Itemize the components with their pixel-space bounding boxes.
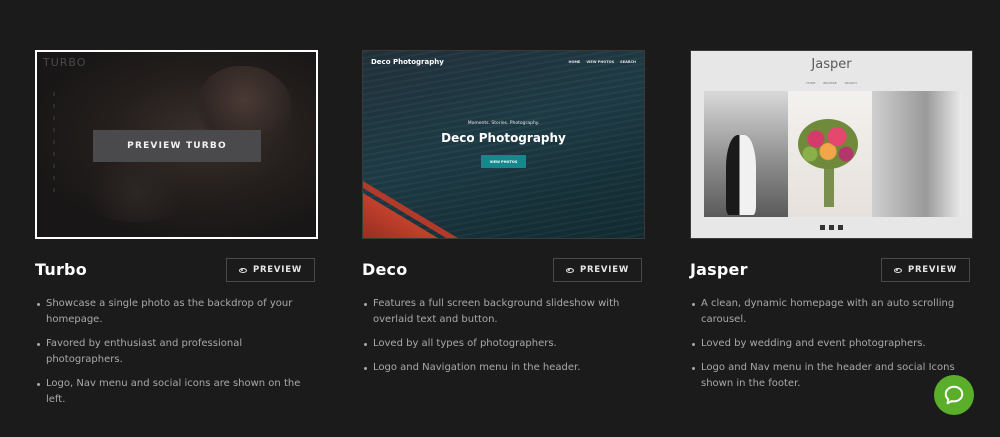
feature-item: Loved by wedding and event photographers… bbox=[690, 336, 973, 352]
deco-thumb-nav: HOME VIEW PHOTOS SEARCH bbox=[569, 60, 636, 64]
preview-button-turbo[interactable]: PREVIEW bbox=[226, 258, 315, 282]
carousel-dot bbox=[829, 225, 834, 230]
preview-label: PREVIEW bbox=[252, 265, 303, 275]
jasper-thumb-nav: HOME BROWSE SEARCH bbox=[691, 81, 972, 85]
preview-label: PREVIEW bbox=[579, 265, 630, 275]
feature-item: Logo and Nav menu in the header and soci… bbox=[690, 360, 973, 392]
eye-icon bbox=[238, 267, 247, 273]
theme-title: Jasper bbox=[690, 260, 748, 279]
theme-title: Turbo bbox=[35, 260, 87, 279]
card-header: Deco PREVIEW bbox=[362, 258, 645, 284]
carousel-photo-couple bbox=[704, 91, 788, 217]
feature-item: Logo, Nav menu and social icons are show… bbox=[35, 376, 318, 408]
preview-button-jasper[interactable]: PREVIEW bbox=[881, 258, 970, 282]
turbo-thumb-logo: TURBO bbox=[43, 56, 87, 69]
bouquet-stems bbox=[824, 167, 834, 207]
carousel-pagination bbox=[691, 225, 972, 230]
deco-thumb-brand: Deco Photography bbox=[371, 58, 444, 66]
carousel-photo-bouquet bbox=[788, 91, 872, 217]
deco-thumb-cta: VIEW PHOTOS bbox=[481, 155, 526, 168]
jasper-thumb-logo: Jasper bbox=[811, 57, 852, 72]
feature-list: Features a full screen background slides… bbox=[362, 296, 645, 376]
preview-button-deco[interactable]: PREVIEW bbox=[553, 258, 642, 282]
feature-item: Showcase a single photo as the backdrop … bbox=[35, 296, 318, 328]
deco-nav-item: SEARCH bbox=[620, 60, 636, 64]
theme-card-jasper: Jasper HOME BROWSE SEARCH Jasper PREVIEW… bbox=[690, 50, 973, 400]
chat-bubble-icon bbox=[944, 385, 964, 405]
feature-list: A clean, dynamic homepage with an auto s… bbox=[690, 296, 973, 392]
jasper-carousel bbox=[704, 91, 962, 217]
carousel-photo-bride bbox=[872, 91, 962, 217]
eye-icon bbox=[565, 267, 574, 273]
deco-thumb-tagline: Moments. Stories. Photography. bbox=[467, 121, 540, 126]
jasper-nav-item: BROWSE bbox=[823, 81, 837, 85]
card-header: Jasper PREVIEW bbox=[690, 258, 973, 284]
preview-turbo-overlay-button[interactable]: PREVIEW TURBO bbox=[93, 130, 261, 162]
theme-card-turbo: TURBO PREVIEW TURBO Turbo PREVIEW Showca… bbox=[35, 50, 318, 416]
jasper-thumbnail[interactable]: Jasper HOME BROWSE SEARCH bbox=[690, 50, 973, 239]
feature-item: Favored by enthusiast and professional p… bbox=[35, 336, 318, 368]
feature-item: Logo and Navigation menu in the header. bbox=[362, 360, 645, 376]
theme-title: Deco bbox=[362, 260, 408, 279]
deco-thumb-headline: Deco Photography bbox=[441, 131, 566, 145]
jasper-nav-item: SEARCH bbox=[844, 81, 857, 85]
bouquet-flowers bbox=[798, 119, 858, 169]
feature-item: Loved by all types of photographers. bbox=[362, 336, 645, 352]
turbo-thumbnail[interactable]: TURBO PREVIEW TURBO bbox=[35, 50, 318, 239]
feature-item: A clean, dynamic homepage with an auto s… bbox=[690, 296, 973, 328]
turbo-bike-silhouette bbox=[77, 162, 197, 222]
deco-thumbnail[interactable]: Deco Photography HOME VIEW PHOTOS SEARCH… bbox=[362, 50, 645, 239]
theme-card-deco: Deco Photography HOME VIEW PHOTOS SEARCH… bbox=[362, 50, 645, 384]
chat-button[interactable] bbox=[934, 375, 974, 415]
deco-nav-item: HOME bbox=[568, 60, 581, 64]
jasper-nav-item: HOME bbox=[806, 81, 816, 85]
eye-icon bbox=[893, 267, 902, 273]
feature-list: Showcase a single photo as the backdrop … bbox=[35, 296, 318, 408]
card-header: Turbo PREVIEW bbox=[35, 258, 318, 284]
deco-nav-item: VIEW PHOTOS bbox=[586, 60, 615, 64]
turbo-thumb-side-nav bbox=[53, 92, 55, 192]
preview-label: PREVIEW bbox=[907, 265, 958, 275]
carousel-dot bbox=[820, 225, 825, 230]
feature-item: Features a full screen background slides… bbox=[362, 296, 645, 328]
carousel-dot bbox=[838, 225, 843, 230]
